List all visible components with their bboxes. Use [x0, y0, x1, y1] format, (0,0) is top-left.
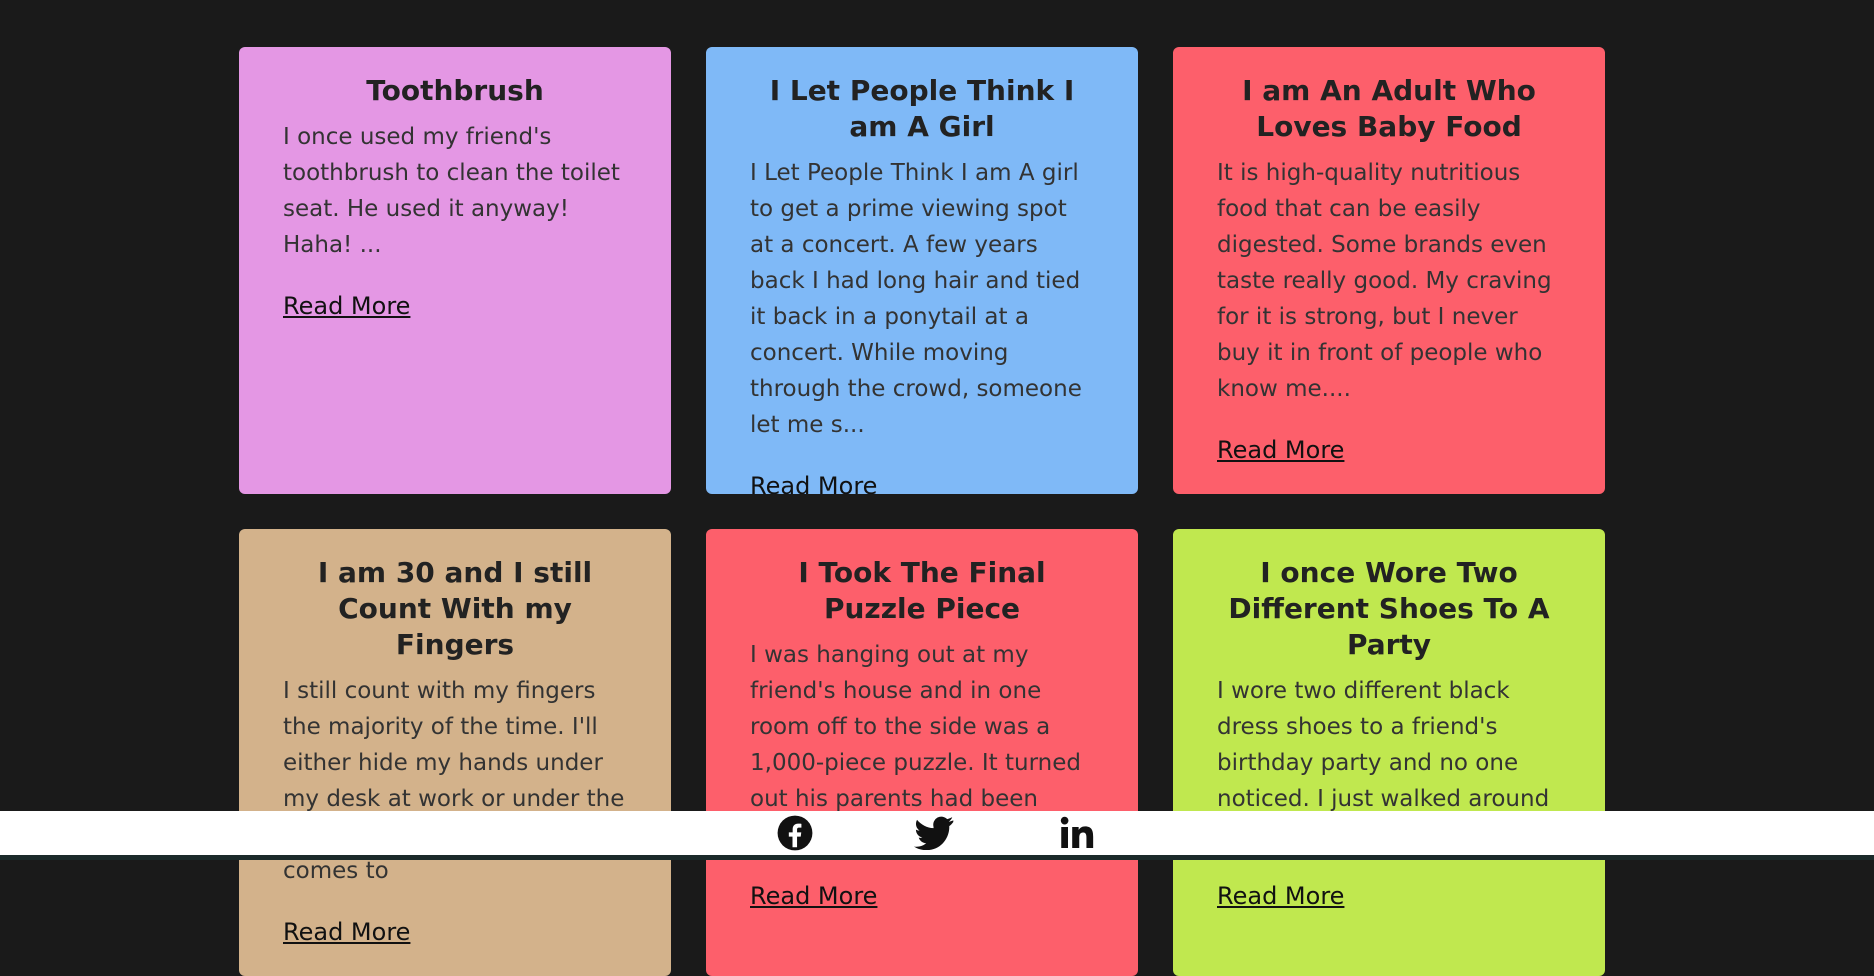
card-title: I Took The Final Puzzle Piece — [798, 556, 1046, 625]
card-text: I once used my friend's toothbrush to cl… — [283, 124, 620, 258]
card-title: I am An Adult Who Loves Baby Food — [1242, 74, 1536, 143]
card-title: Toothbrush — [366, 74, 544, 107]
facebook-icon[interactable] — [775, 815, 815, 851]
social-footer — [0, 811, 1874, 855]
read-more-link[interactable]: Read More — [1217, 436, 1344, 464]
read-more-link[interactable]: Read More — [750, 472, 877, 494]
read-more-link[interactable]: Read More — [1217, 882, 1344, 910]
card-title: I Let People Think I am A Girl — [769, 74, 1075, 143]
read-more-link[interactable]: Read More — [283, 292, 410, 320]
read-more-link[interactable]: Read More — [283, 918, 410, 946]
card-toothbrush: Toothbrush I once used my friend's tooth… — [239, 47, 671, 494]
card-final-puzzle-piece: I Took The Final Puzzle Piece I was hang… — [706, 529, 1138, 976]
read-more-link[interactable]: Read More — [750, 882, 877, 910]
card-title: I once Wore Two Different Shoes To A Par… — [1228, 556, 1550, 661]
social-icons — [0, 811, 1874, 855]
card-count-with-fingers: I am 30 and I still Count With my Finger… — [239, 529, 671, 976]
card-text: It is high-quality nutritious food that … — [1217, 160, 1552, 402]
card-two-different-shoes: I once Wore Two Different Shoes To A Par… — [1173, 529, 1605, 976]
card-title: I am 30 and I still Count With my Finger… — [317, 556, 593, 661]
card-let-people-think-girl: I Let People Think I am A Girl I Let Peo… — [706, 47, 1138, 494]
twitter-icon[interactable] — [914, 815, 954, 851]
bottom-strip — [0, 855, 1874, 860]
card-text: I Let People Think I am A girl to get a … — [750, 160, 1082, 438]
card-baby-food: I am An Adult Who Loves Baby Food It is … — [1173, 47, 1605, 494]
linkedin-icon[interactable] — [1057, 815, 1097, 851]
